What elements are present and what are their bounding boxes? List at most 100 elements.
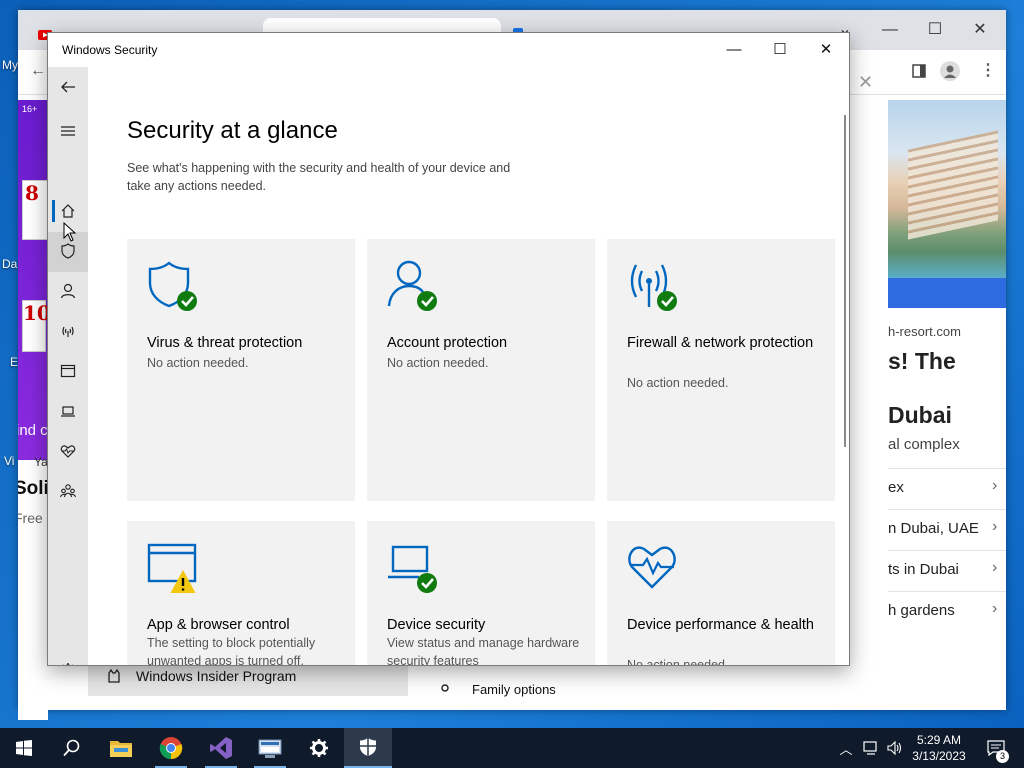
- maximize-button[interactable]: ☐: [757, 33, 803, 67]
- mouse-cursor-icon: [63, 222, 77, 242]
- desktop-label: Da: [2, 257, 18, 271]
- result-subtitle: al complex: [888, 436, 960, 453]
- ad-text: ind c: [18, 422, 48, 439]
- browser-maximize-button[interactable]: ☐: [915, 16, 955, 44]
- clock[interactable]: 5:29 AM 3/13/2023: [906, 728, 972, 768]
- volume-icon[interactable]: [884, 728, 906, 768]
- tile-account-protection[interactable]: Account protection No action needed.: [367, 239, 595, 501]
- tile-status: No action needed.: [147, 356, 249, 370]
- tile-status: No action needed.: [627, 376, 729, 390]
- related-search-row[interactable]: n Dubai, UAE ›: [888, 509, 1006, 550]
- desktop-label: E: [10, 355, 19, 369]
- desktop-label: Vi: [4, 454, 15, 468]
- tile-title: Device security: [387, 617, 486, 633]
- chevron-up-icon[interactable]: ︿: [836, 728, 856, 768]
- related-search-row[interactable]: ts in Dubai ›: [888, 550, 1006, 591]
- related-search-label: ts in Dubai: [888, 561, 959, 578]
- visual-studio-icon[interactable]: [197, 728, 245, 768]
- navigation-sidebar: [48, 67, 88, 665]
- browser-close-button[interactable]: ✕: [960, 16, 1000, 44]
- wifi-antenna-icon[interactable]: [48, 313, 88, 349]
- clock-time: 5:29 AM: [916, 733, 962, 747]
- family-icon[interactable]: [48, 473, 88, 509]
- more-menu-icon[interactable]: ⋮: [980, 60, 996, 80]
- chevron-right-icon: ›: [992, 559, 998, 576]
- related-search-row[interactable]: h gardens ›: [888, 591, 1006, 632]
- desktop-label: My: [2, 58, 18, 72]
- related-search-row[interactable]: ex ›: [888, 468, 1006, 509]
- title-bar[interactable]: Windows Security — ☐ ✕: [48, 33, 849, 67]
- person-icon[interactable]: [48, 273, 88, 309]
- tile-title: Firewall & network protection: [627, 335, 814, 351]
- hotel-photo[interactable]: [888, 100, 1006, 278]
- scrollbar[interactable]: [844, 115, 846, 447]
- search-icon[interactable]: [48, 728, 96, 768]
- network-tool-icon[interactable]: [246, 728, 294, 768]
- hamburger-menu-icon[interactable]: [48, 113, 88, 149]
- device-security-laptop-icon: [388, 545, 437, 593]
- windows-security-window: Windows Security — ☐ ✕ Security at a gla…: [47, 32, 850, 666]
- profile-avatar-icon[interactable]: [940, 61, 960, 81]
- heart-pulse-icon[interactable]: [48, 433, 88, 469]
- back-arrow-icon[interactable]: [48, 69, 88, 105]
- ad-title: Soli: [18, 478, 48, 499]
- file-explorer-icon[interactable]: [97, 728, 145, 768]
- windows-security-icon[interactable]: [344, 728, 392, 768]
- browser-window-icon[interactable]: [48, 353, 88, 389]
- tile-firewall-network-protection[interactable]: Firewall & network protection No action …: [607, 239, 835, 501]
- firewall-antenna-icon: [630, 264, 677, 311]
- family-options-label[interactable]: Family options: [472, 682, 556, 697]
- browser-minimize-button[interactable]: —: [870, 16, 910, 44]
- result-url[interactable]: h-resort.com: [888, 324, 961, 339]
- result-headline[interactable]: s! The: [888, 348, 956, 375]
- chrome-icon[interactable]: [147, 728, 195, 768]
- close-button[interactable]: ✕: [803, 33, 849, 67]
- chevron-right-icon: ›: [992, 518, 998, 535]
- tile-status: The setting to block potentially unwante…: [147, 636, 316, 666]
- related-search-label: h gardens: [888, 602, 955, 619]
- close-icon[interactable]: ✕: [858, 72, 873, 93]
- virus-shield-icon: [148, 261, 197, 311]
- settings-gear-icon[interactable]: [48, 652, 88, 665]
- network-icon[interactable]: [860, 728, 882, 768]
- game-ad-banner[interactable]: 16+ 8 10 ind c: [18, 100, 48, 460]
- start-windows-icon[interactable]: [0, 728, 48, 768]
- tile-title: App & browser control: [147, 617, 290, 633]
- taskbar: ︿ 5:29 AM 3/13/2023 3: [0, 728, 1024, 768]
- cat-icon: [108, 668, 120, 683]
- tile-device-performance-health[interactable]: Device performance & health No action ne…: [607, 521, 835, 665]
- clock-date: 3/13/2023: [912, 749, 966, 763]
- chevron-right-icon: ›: [992, 477, 998, 494]
- ad-subtitle: Free: [18, 510, 43, 526]
- window-title: Windows Security: [62, 43, 158, 57]
- device-performance-heart-icon: [628, 546, 676, 589]
- tile-virus-threat-protection[interactable]: Virus & threat protection No action need…: [127, 239, 355, 501]
- back-arrow-icon[interactable]: ←: [30, 62, 46, 80]
- tile-device-security[interactable]: Device security View status and manage h…: [367, 521, 595, 665]
- page-subtitle: See what's happening with the security a…: [127, 161, 511, 193]
- app-browser-icon: [147, 543, 197, 593]
- minimize-button[interactable]: —: [711, 33, 757, 67]
- account-person-icon: [387, 260, 437, 311]
- settings-icon[interactable]: [295, 728, 343, 768]
- related-search-label: n Dubai, UAE: [888, 520, 979, 537]
- tile-title: Account protection: [387, 335, 508, 351]
- notification-center-icon[interactable]: 3: [978, 728, 1014, 768]
- image-caption-bar: [888, 278, 1006, 308]
- main-content: Security at a glance See what's happenin…: [88, 67, 849, 665]
- playing-card: 8: [22, 180, 48, 240]
- notification-count-badge: 3: [996, 750, 1009, 763]
- tile-status: No action needed.: [387, 356, 489, 370]
- tile-title: Virus & threat protection: [147, 335, 303, 351]
- family-icon: [441, 684, 449, 692]
- insider-program-label: Windows Insider Program: [136, 668, 297, 684]
- left-ad-strip: 16+ 8 10 ind c Ya Soli Free: [18, 100, 48, 720]
- result-headline[interactable]: Dubai: [888, 402, 952, 429]
- age-badge: 16+: [22, 104, 38, 114]
- tile-title: Device performance & health: [627, 617, 814, 633]
- playing-card: 10: [22, 300, 48, 352]
- tile-app-browser-control[interactable]: App & browser control The setting to blo…: [127, 521, 355, 666]
- laptop-icon[interactable]: [48, 393, 88, 429]
- side-panel-icon[interactable]: [912, 64, 926, 78]
- related-search-label: ex: [888, 479, 904, 496]
